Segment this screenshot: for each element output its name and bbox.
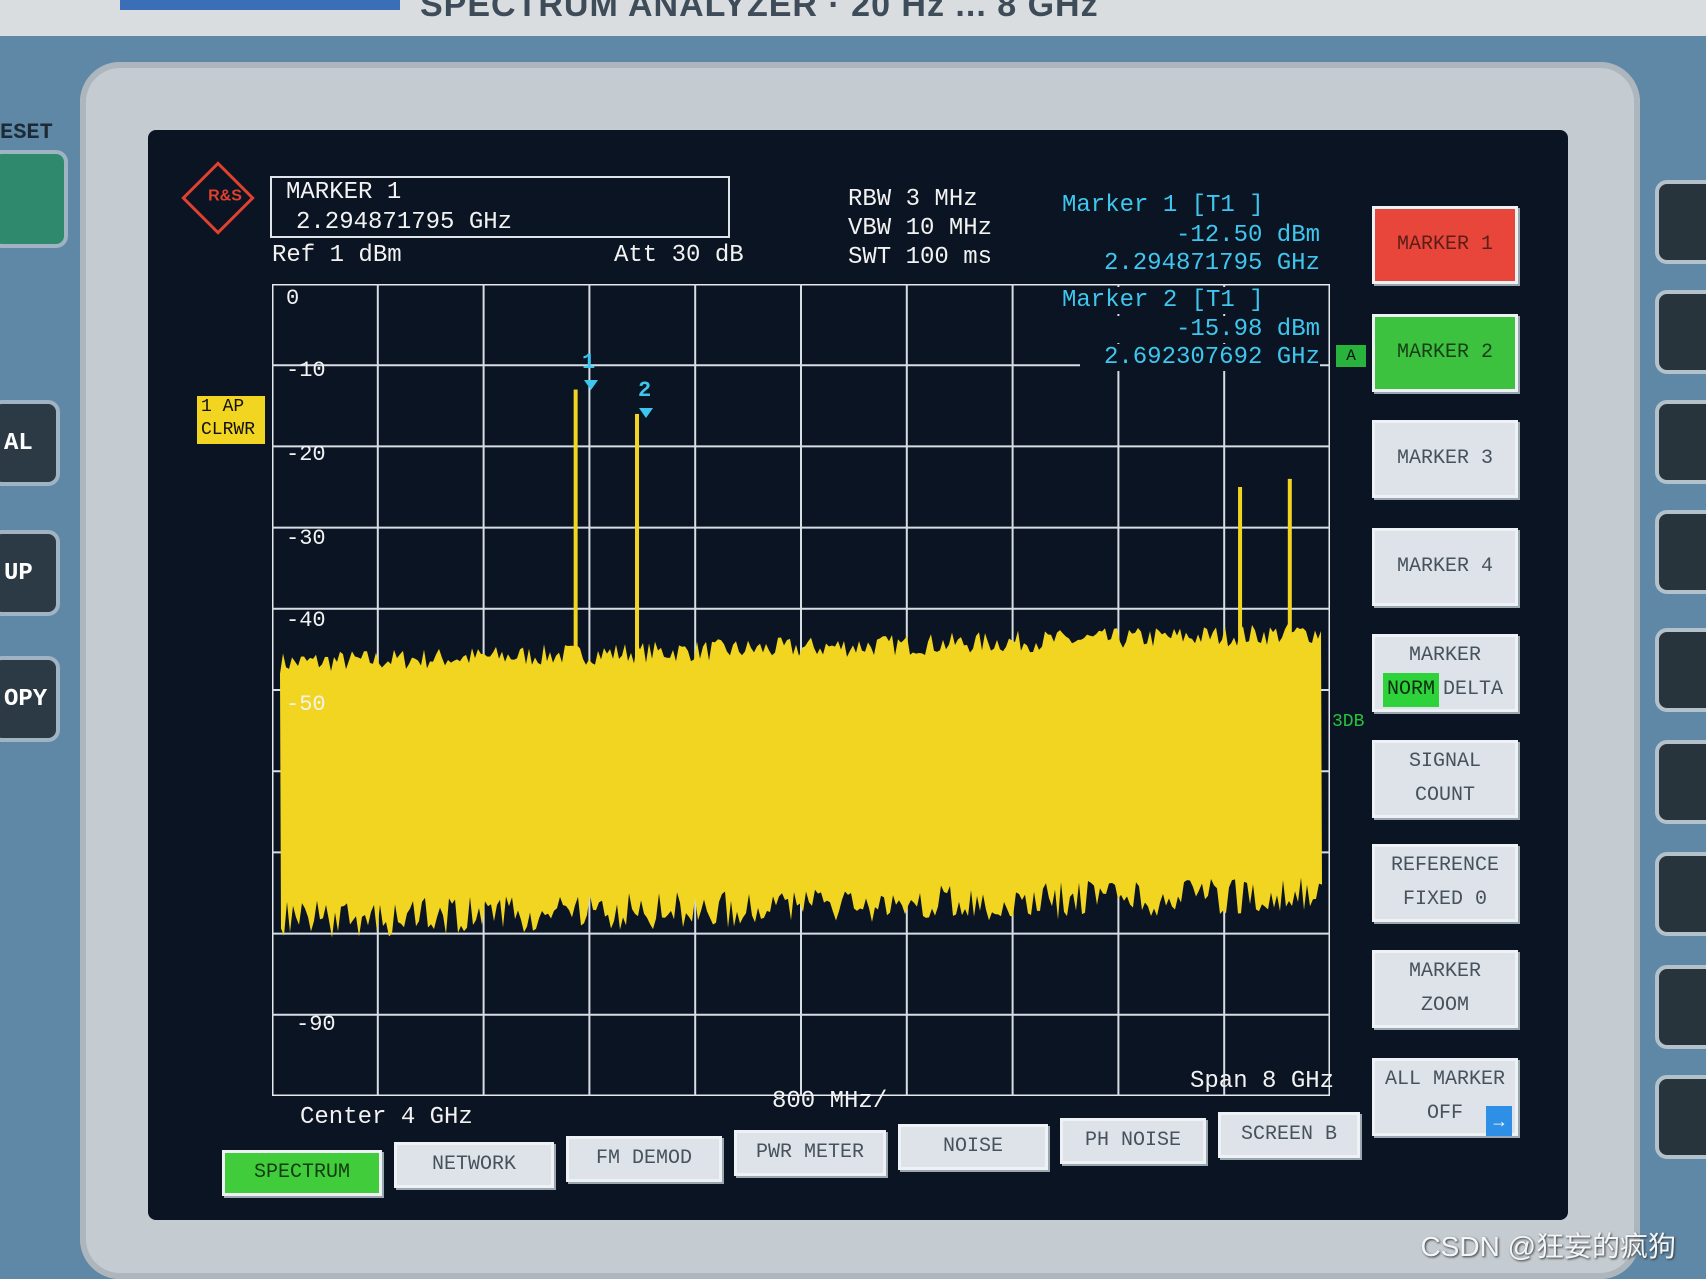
marker-zoom-softkey[interactable]: MARKER ZOOM [1372,950,1518,1028]
hardkey-right-2[interactable] [1655,290,1706,374]
attenuation: Att 30 dB [614,242,744,269]
y-tick-0: 0 [286,286,300,311]
spectrum-plot [272,284,1330,1096]
spur-peak-3 [1238,487,1243,658]
marker-2-label: 2 [638,378,652,403]
hardkey-right-5[interactable] [1655,628,1706,712]
brand-strip [120,0,400,10]
trace-mode-clrwr: CLRWR [201,420,256,440]
marker2-softkey-label: MARKER 2 [1396,341,1493,364]
reference-fixed-softkey[interactable]: REFERENCE FIXED 0 [1372,844,1518,922]
marker1-level: -12.50 dBm [1175,222,1320,249]
marker-mode-label: MARKER [1408,644,1481,667]
all-marker-label: ALL MARKER [1384,1068,1506,1091]
noise-floor-trace [280,623,1322,938]
marker1-softkey-label: MARKER 1 [1396,233,1493,256]
trace-a-badge: A [1336,345,1366,367]
marker-zoom-label-2: ZOOM [1420,994,1469,1017]
y-tick-40: -40 [286,608,326,633]
tab-pwr-meter[interactable]: PWR METER [734,1130,886,1176]
norm-option: NORM [1382,673,1439,707]
left-key-3[interactable]: OPY [0,656,60,742]
trace-mode-ap: 1 AP [201,397,245,417]
hardkey-right-7[interactable] [1655,852,1706,936]
y-tick-50: -50 [286,692,326,717]
count-label: COUNT [1414,784,1475,807]
center-frequency: Center 4 GHz [300,1104,473,1131]
hardkey-right-9[interactable] [1655,1075,1706,1159]
preset-key[interactable] [0,150,68,248]
y-tick-90: -90 [296,1012,336,1037]
tab-screen-b[interactable]: SCREEN B [1218,1112,1360,1158]
marker4-softkey-label: MARKER 4 [1396,555,1493,578]
marker2-level: -15.98 dBm [1100,316,1320,343]
tab-ph-noise[interactable]: PH NOISE [1060,1118,1206,1164]
marker3-softkey-label: MARKER 3 [1396,447,1493,470]
preset-label: ESET [0,120,53,145]
hardkey-right-4[interactable] [1655,510,1706,594]
spur-peak-1 [573,389,578,658]
tab-fm-demod[interactable]: FM DEMOD [566,1136,722,1182]
signal-label: SIGNAL [1408,750,1481,773]
left-key-1[interactable]: AL [0,400,60,486]
marker2-title: Marker 2 [T1 ] [1062,287,1264,314]
next-page-arrow-icon[interactable]: → [1486,1106,1512,1136]
hardkey-right-3[interactable] [1655,400,1706,484]
watermark: CSDN @狂妄的疯狗 [1420,1231,1676,1262]
marker-1-label: 1 [582,350,596,375]
y-tick-10: -10 [286,358,326,383]
marker2-softkey[interactable]: MARKER 2 [1372,314,1518,392]
hardkey-right-1[interactable] [1655,180,1706,264]
signal-count-softkey[interactable]: SIGNAL COUNT [1372,740,1518,818]
tab-spectrum[interactable]: SPECTRUM [222,1150,382,1196]
vbw: VBW 10 MHz [848,215,993,242]
ref-level: Ref 1 dBm [272,242,402,269]
hardkey-right-6[interactable] [1655,740,1706,824]
spur-peak-4 [1287,478,1292,658]
sweep-time: SWT 100 ms [848,244,993,271]
left-key-2[interactable]: UP [0,530,60,616]
marker-box-title: MARKER 1 [286,179,402,206]
y-tick-30: -30 [286,526,326,551]
marker-1-triangle-icon [584,380,598,390]
marker-info-box: MARKER 1 2.294871795 GHz [270,176,730,238]
marker-zoom-label-1: MARKER [1408,960,1481,983]
delta-option: DELTA [1443,678,1504,701]
marker-2-triangle-icon [639,408,653,418]
device-title: SPECTRUM ANALYZER · 20 Hz ... 8 GHz [420,0,1099,24]
marker1-title: Marker 1 [T1 ] [1062,192,1264,219]
per-division: 800 MHz/ [772,1088,888,1115]
tab-network[interactable]: NETWORK [394,1142,554,1188]
span: Span 8 GHz [1190,1068,1335,1095]
hardkey-right-8[interactable] [1655,965,1706,1049]
marker3-softkey[interactable]: MARKER 3 [1372,420,1518,498]
3db-label: 3DB [1332,712,1365,732]
trace-badge: 1 AP CLRWR [197,396,265,444]
marker4-softkey[interactable]: MARKER 4 [1372,528,1518,606]
marker1-softkey[interactable]: MARKER 1 [1372,206,1518,284]
reference-label: REFERENCE [1390,854,1500,877]
marker-norm-delta-softkey[interactable]: MARKER NORM DELTA [1372,634,1518,712]
y-tick-20: -20 [286,442,326,467]
marker1-frequency: 2.294871795 GHz [1103,250,1320,277]
fixed-label: FIXED 0 [1402,888,1487,911]
marker2-frequency: 2.692307692 GHz [1080,344,1320,371]
rbw: RBW 3 MHz [848,186,978,213]
marker-box-frequency: 2.294871795 GHz [296,209,513,236]
tab-noise[interactable]: NOISE [898,1124,1048,1170]
spur-peak-2 [635,413,640,658]
